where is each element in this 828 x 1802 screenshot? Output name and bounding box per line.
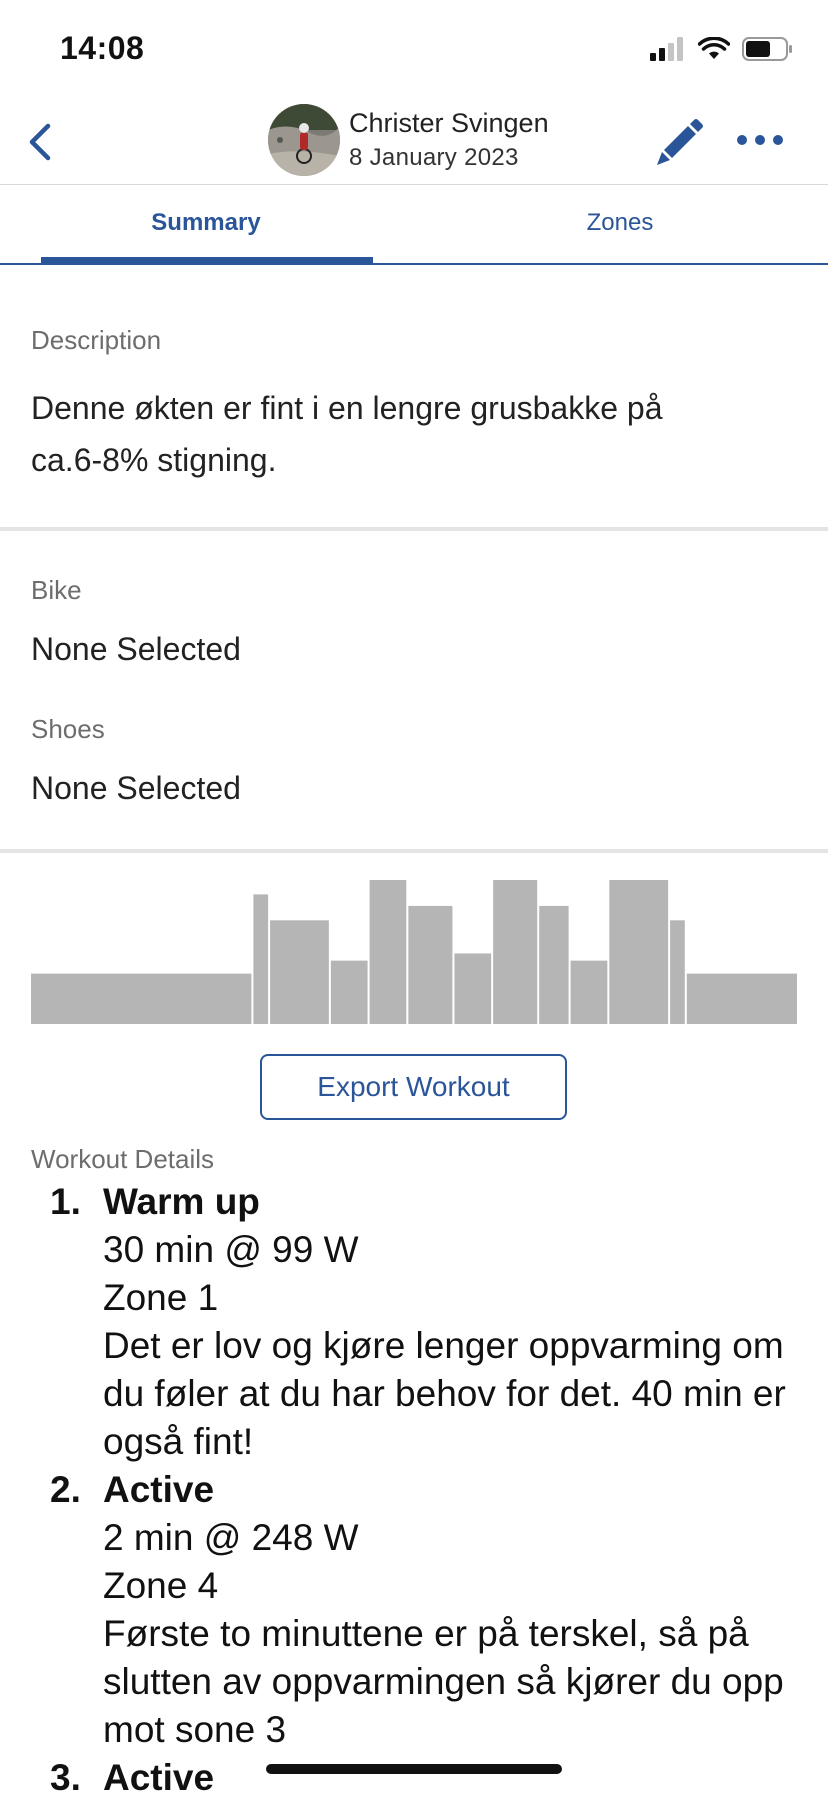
step-target: 30 min @ 99 W <box>103 1229 359 1270</box>
step-zone: Zone 1 <box>103 1277 219 1318</box>
chart-bar <box>493 880 538 1024</box>
activity-header: Christer Svingen 8 January 2023 <box>0 100 828 185</box>
export-workout-button[interactable]: Export Workout <box>260 1054 567 1120</box>
chart-bar <box>253 894 269 1024</box>
status-time: 14:08 <box>60 30 145 66</box>
avatar[interactable] <box>268 104 340 176</box>
shoes-value[interactable]: None Selected <box>31 762 241 814</box>
description-label: Description <box>31 325 162 355</box>
tab-summary[interactable]: Summary <box>40 209 372 237</box>
bike-label: Bike <box>31 575 82 605</box>
chart-bar <box>369 880 407 1024</box>
chart-bar <box>570 960 608 1024</box>
wifi-icon <box>698 37 730 59</box>
edit-button[interactable] <box>652 114 708 170</box>
workout-date: 8 January 2023 <box>349 144 519 171</box>
chart-bar <box>539 905 569 1024</box>
chart-bar <box>408 905 453 1024</box>
description-line-2: ca.6-8% stigning. <box>31 442 277 478</box>
status-icons <box>650 36 794 62</box>
chart-bar <box>454 953 492 1024</box>
workout-step: 1. Warm up 30 min @ 99 W Zone 1 Det er l… <box>0 1178 828 1466</box>
chart-bar <box>270 920 329 1024</box>
home-indicator <box>266 1764 562 1774</box>
step-number: 2. <box>50 1469 81 1510</box>
step-number: 1. <box>50 1181 81 1222</box>
step-title: Warm up <box>103 1181 260 1222</box>
pencil-icon <box>657 119 703 165</box>
chart-bar <box>31 973 252 1024</box>
step-notes: Første to minuttene er på terskel, så på… <box>103 1613 784 1750</box>
ellipsis-icon <box>737 135 783 145</box>
cellular-signal-icon <box>650 37 683 61</box>
section-divider <box>0 849 828 853</box>
active-tab-indicator <box>41 257 373 265</box>
bike-value[interactable]: None Selected <box>31 623 241 675</box>
back-button[interactable] <box>22 120 66 164</box>
workout-step: 3. Active <box>0 1754 828 1802</box>
step-title: Active <box>103 1469 215 1510</box>
step-zone: Zone 4 <box>103 1565 219 1606</box>
step-target: 2 min @ 248 W <box>103 1517 359 1558</box>
chart-bar <box>609 880 669 1024</box>
step-title: Active <box>103 1757 215 1798</box>
chart-bar <box>686 973 797 1024</box>
step-number: 3. <box>50 1757 81 1798</box>
status-bar: 14:08 <box>0 0 828 100</box>
chevron-left-icon <box>29 123 51 161</box>
more-options-button[interactable] <box>732 118 788 162</box>
tab-bar: Summary Zones <box>0 185 828 265</box>
chart-bar <box>330 960 368 1024</box>
workout-details-label: Workout Details <box>31 1144 215 1174</box>
athlete-photo <box>268 104 340 176</box>
workout-profile-chart <box>31 880 797 1024</box>
battery-icon <box>742 37 792 61</box>
shoes-label: Shoes <box>31 714 105 744</box>
workout-step: 2. Active 2 min @ 248 W Zone 4 Første to… <box>0 1466 828 1754</box>
section-divider <box>0 527 828 531</box>
description-text: Denne økten er fint i en lengre grusbakk… <box>31 382 662 486</box>
step-notes: Det er lov og kjøre lenger oppvarming om… <box>103 1325 786 1462</box>
chart-bar <box>670 920 685 1024</box>
athlete-name: Christer Svingen <box>349 108 549 138</box>
workout-steps-list: 1. Warm up 30 min @ 99 W Zone 1 Det er l… <box>0 1178 828 1802</box>
description-line-1: Denne økten er fint i en lengre grusbakk… <box>31 390 663 426</box>
tab-zones[interactable]: Zones <box>412 209 828 237</box>
